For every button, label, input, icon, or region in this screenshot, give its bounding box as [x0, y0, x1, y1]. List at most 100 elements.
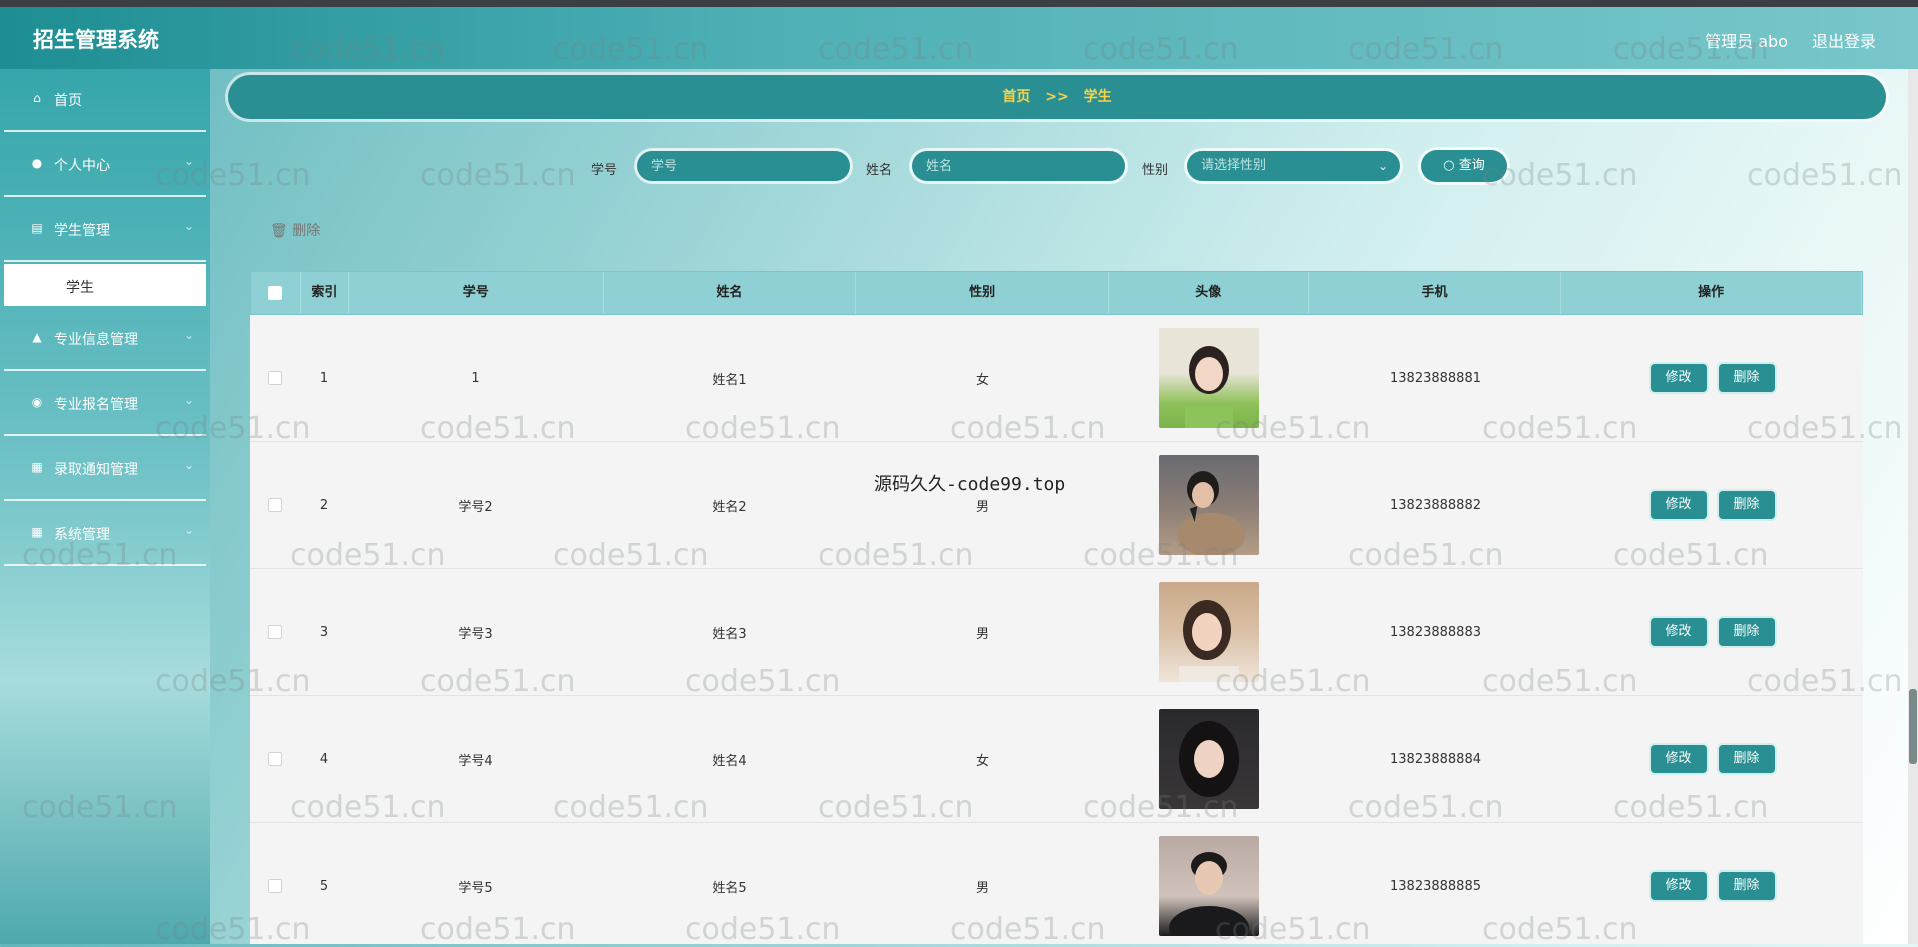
- table-header-row: 索引 学号 姓名 性别 头像 手机 操作: [250, 271, 1863, 315]
- sidebar-item-label: 专业报名管理: [54, 397, 138, 413]
- breadcrumb-home[interactable]: 首页: [1002, 89, 1030, 105]
- gender-cell: 男: [975, 880, 989, 896]
- select-all-cell: [251, 272, 301, 314]
- edit-button[interactable]: 修改: [1650, 872, 1707, 900]
- actions-cell: 修改 删除: [1562, 569, 1863, 695]
- avatar: [1159, 582, 1259, 682]
- sidebar-item-label: 首页: [54, 93, 82, 109]
- grid-icon: ▦: [31, 460, 43, 474]
- actions-cell: 修改 删除: [1562, 696, 1863, 822]
- bulk-delete-label: 删除: [292, 223, 321, 239]
- avatar: [1159, 836, 1259, 936]
- home-icon: ⌂: [33, 91, 41, 105]
- breadcrumb-current: 学生: [1083, 89, 1112, 105]
- logout-link[interactable]: 退出登录: [1812, 28, 1876, 52]
- map-pin-icon: ◉: [31, 395, 43, 409]
- sidebar-subitem-label: 学生: [66, 280, 94, 296]
- avatar: [1159, 455, 1259, 555]
- student-id-cell: 学号4: [458, 753, 493, 769]
- sidebar-item-major-enrollment[interactable]: ◉ 专业报名管理 ⌄: [4, 373, 206, 436]
- sidebar-subitem-student[interactable]: 学生: [4, 264, 206, 306]
- column-header-student-id: 学号: [349, 272, 604, 314]
- phone-cell: 13823888881: [1390, 370, 1481, 386]
- delete-button[interactable]: 删除: [1718, 491, 1775, 519]
- name-input[interactable]: [912, 151, 1125, 181]
- overlay-watermark: 源码久久-code99.top: [874, 474, 1066, 495]
- name-cell: 姓名2: [712, 499, 747, 515]
- sidebar-item-student-management[interactable]: ▤ 学生管理 ⌄: [4, 199, 206, 262]
- sidebar-item-label: 学生管理: [54, 223, 110, 239]
- delete-button[interactable]: 删除: [1718, 364, 1775, 392]
- avatar-cell: [1109, 315, 1309, 441]
- delete-button[interactable]: 删除: [1718, 872, 1775, 900]
- student-id-cell: 学号3: [458, 626, 493, 642]
- phone-cell: 13823888884: [1390, 751, 1481, 767]
- breadcrumb: 首页 >> 学生: [228, 75, 1886, 119]
- sidebar-item-system-management[interactable]: ▦ 系统管理 ⌄: [4, 503, 206, 566]
- query-button[interactable]: ○ 查询: [1421, 150, 1507, 182]
- gender-cell: 男: [975, 499, 989, 515]
- student-id-input[interactable]: [637, 151, 850, 181]
- column-header-name: 姓名: [604, 272, 857, 314]
- scrollbar-thumb[interactable]: [1909, 689, 1917, 764]
- row-checkbox[interactable]: [268, 879, 282, 893]
- student-id-cell: 1: [471, 370, 480, 386]
- chevron-down-icon: ⌄: [183, 458, 194, 472]
- row-checkbox[interactable]: [268, 625, 282, 639]
- name-cell: 姓名1: [712, 372, 747, 388]
- grid-icon: ▦: [31, 525, 43, 539]
- column-header-index: 索引: [301, 272, 349, 314]
- bulk-delete-button[interactable]: 🗑 删除: [270, 220, 320, 240]
- chevron-down-icon: ⌄: [183, 328, 194, 342]
- column-header-phone: 手机: [1309, 272, 1562, 314]
- sidebar-item-home[interactable]: ⌂ 首页: [4, 69, 206, 132]
- index-cell: 1: [319, 370, 329, 386]
- student-id-cell: 学号2: [458, 499, 493, 515]
- row-select-cell: [250, 696, 300, 822]
- gender-select[interactable]: 请选择性别 ⌄: [1187, 151, 1400, 181]
- select-all-checkbox[interactable]: [268, 286, 283, 300]
- edit-button[interactable]: 修改: [1650, 491, 1707, 519]
- avatar-cell: [1109, 696, 1309, 822]
- breadcrumb-separator: >>: [1045, 89, 1069, 105]
- vertical-scrollbar[interactable]: [1908, 69, 1918, 944]
- table-row: 5 学号5 姓名5 男 13823888885 修改 删除: [250, 823, 1863, 944]
- query-button-label: 查询: [1458, 158, 1485, 173]
- delete-button[interactable]: 删除: [1718, 618, 1775, 646]
- actions-cell: 修改 删除: [1562, 823, 1863, 944]
- column-header-actions: 操作: [1561, 272, 1862, 314]
- table-row: 1 1 姓名1 女 13823888881 修改 删除: [250, 315, 1863, 442]
- app-title: 招生管理系统: [33, 28, 159, 52]
- row-checkbox[interactable]: [268, 752, 282, 766]
- student-id-cell: 学号5: [458, 880, 493, 896]
- delete-button[interactable]: 删除: [1718, 745, 1775, 773]
- sidebar: ⌂ 首页 ● 个人中心 ⌄ ▤ 学生管理 ⌄ 学生 ▲ 专业信息管理 ⌄ ◉ 专…: [0, 69, 210, 944]
- table-row: 2 学号2 姓名2 男 13823888882 修改 删除: [250, 442, 1863, 569]
- edit-button[interactable]: 修改: [1650, 745, 1707, 773]
- phone-cell: 13823888882: [1390, 497, 1481, 513]
- row-select-cell: [250, 442, 300, 568]
- actions-cell: 修改 删除: [1562, 442, 1863, 568]
- window-top-strip: [0, 0, 1918, 7]
- gender-select-placeholder: 请选择性别: [1201, 158, 1267, 173]
- sidebar-item-label: 专业信息管理: [54, 332, 138, 348]
- avatar-cell: [1109, 823, 1309, 944]
- admin-label: 管理员 abo: [1705, 32, 1788, 51]
- top-header: 招生管理系统 管理员 abo 退出登录: [0, 7, 1918, 69]
- row-checkbox[interactable]: [268, 498, 282, 512]
- sidebar-item-admission-notice[interactable]: ▦ 录取通知管理 ⌄: [4, 438, 206, 501]
- chevron-down-icon: ⌄: [183, 523, 194, 537]
- search-bar: 学号 姓名 性别 请选择性别 ⌄ ○ 查询: [0, 150, 1918, 184]
- index-cell: 2: [319, 497, 329, 513]
- actions-cell: 修改 删除: [1562, 315, 1863, 441]
- edit-button[interactable]: 修改: [1650, 618, 1707, 646]
- index-cell: 5: [319, 878, 329, 894]
- chevron-down-icon: ⌄: [183, 393, 194, 407]
- sidebar-item-label: 录取通知管理: [54, 462, 138, 478]
- gender-label: 性别: [1142, 163, 1169, 178]
- column-header-gender: 性别: [856, 272, 1109, 314]
- sidebar-item-major-info[interactable]: ▲ 专业信息管理 ⌄: [4, 308, 206, 371]
- edit-button[interactable]: 修改: [1650, 364, 1707, 392]
- row-checkbox[interactable]: [268, 371, 282, 385]
- table-row: 3 学号3 姓名3 男 13823888883 修改 删除: [250, 569, 1863, 696]
